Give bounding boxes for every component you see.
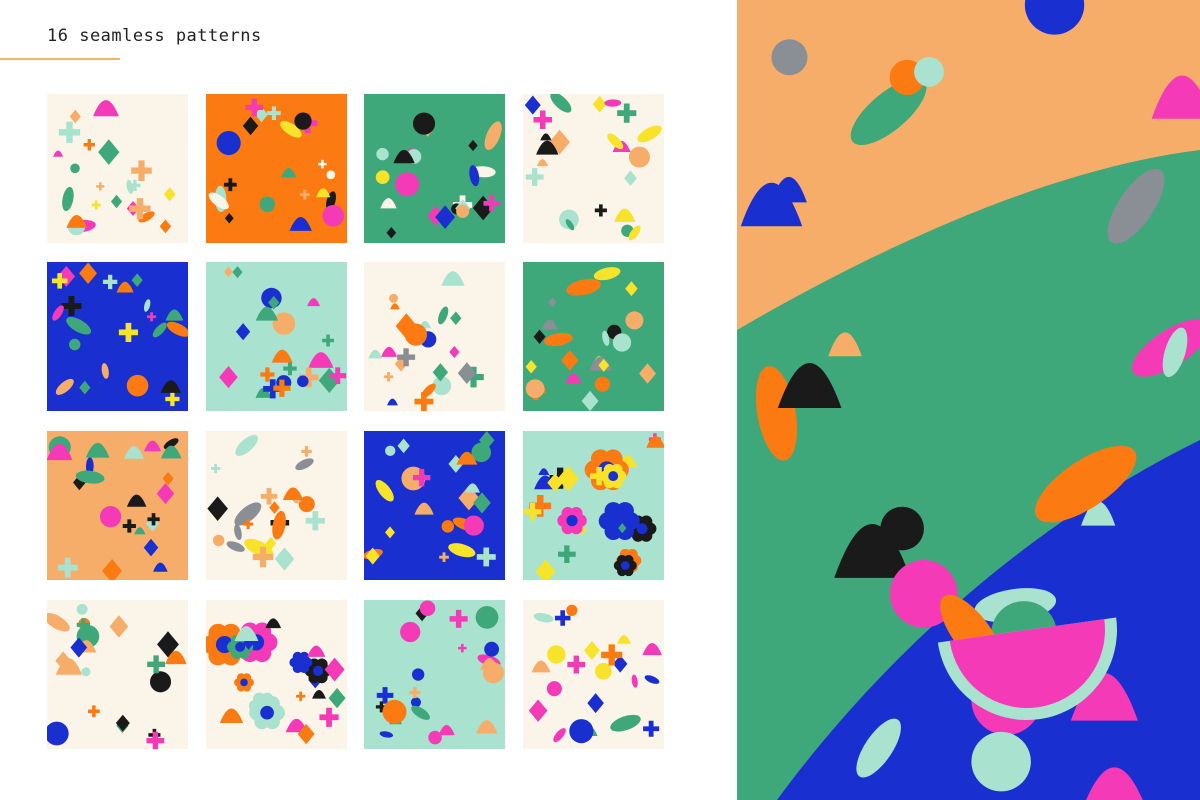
pattern-motif xyxy=(395,172,420,197)
pattern-tile-flowers-mint xyxy=(523,431,664,580)
pattern-motif xyxy=(547,645,566,664)
pattern-motif xyxy=(566,604,578,616)
pattern-motif xyxy=(625,311,644,330)
pattern-tile-abstract-green xyxy=(364,94,505,243)
pattern-motif xyxy=(525,379,545,399)
pattern-motif xyxy=(594,376,611,392)
pattern-tile-abstract-cream xyxy=(523,94,664,243)
pattern-motif xyxy=(126,374,149,397)
pattern-tile-orchard-cream xyxy=(523,600,664,749)
pattern-tile-botanical-mint xyxy=(364,600,505,749)
pattern-motif xyxy=(546,681,562,697)
fabric-motif xyxy=(880,506,924,551)
pattern-motif xyxy=(475,606,499,629)
pattern-tile-leaves-cream xyxy=(364,262,505,411)
pattern-motif xyxy=(149,671,172,693)
pattern-motif xyxy=(400,621,421,643)
pattern-motif xyxy=(385,445,396,456)
pattern-tile-fruits-blue xyxy=(47,262,188,411)
pattern-motif xyxy=(68,338,81,351)
pattern-tile-flowers-cream xyxy=(206,600,347,749)
page-title: 16 seamless patterns xyxy=(47,26,262,46)
pattern-motif xyxy=(412,112,436,135)
pattern-motif xyxy=(216,130,241,156)
title-underline xyxy=(0,58,120,60)
pattern-motif xyxy=(81,667,91,677)
pattern-motif xyxy=(428,730,442,745)
pattern-tile-lemons-cream xyxy=(206,431,347,580)
pattern-tile-fruits-cream xyxy=(47,94,188,243)
pattern-motif xyxy=(411,668,425,681)
pattern-motif xyxy=(272,312,296,335)
pattern-motif xyxy=(628,146,650,168)
pattern-motif xyxy=(375,170,390,185)
pattern-motif xyxy=(326,170,336,180)
pattern-showcase-panel: 16 seamless patterns xyxy=(0,0,737,800)
fabric-mockup-photo xyxy=(737,0,1200,800)
pattern-tile-abstract-orange xyxy=(206,94,347,243)
fabric-motif xyxy=(914,57,944,87)
pattern-motif xyxy=(463,515,484,536)
pattern-motif xyxy=(76,603,88,615)
pattern-motif xyxy=(441,520,455,533)
pattern-motif xyxy=(212,534,225,547)
pattern-tile-botanical-cream xyxy=(47,600,188,749)
pattern-motif xyxy=(376,147,389,161)
pattern-motif xyxy=(569,719,594,744)
pattern-motif xyxy=(410,697,422,708)
pattern-motif xyxy=(456,204,470,218)
pattern-motif xyxy=(259,196,276,212)
pattern-motif xyxy=(389,293,399,303)
pattern-tile-fruits-blue-2 xyxy=(364,431,505,580)
pattern-motif xyxy=(419,600,436,617)
pattern-motif xyxy=(482,662,504,684)
pattern-motif xyxy=(294,112,312,130)
fabric-motif xyxy=(971,731,1031,792)
pattern-tile-citrus-green xyxy=(523,262,664,411)
fabric-motif xyxy=(771,39,808,76)
pattern-motif xyxy=(99,506,122,528)
pattern-motif xyxy=(484,641,500,657)
pattern-motif xyxy=(70,163,80,174)
pattern-tile-leaves-mint xyxy=(206,262,347,411)
pattern-motif xyxy=(404,323,428,346)
pattern-tile-botanical-peach xyxy=(47,431,188,580)
pattern-motif xyxy=(297,375,309,388)
pattern-motif xyxy=(322,204,344,227)
pattern-motif xyxy=(612,333,632,352)
pattern-motif xyxy=(382,699,407,724)
